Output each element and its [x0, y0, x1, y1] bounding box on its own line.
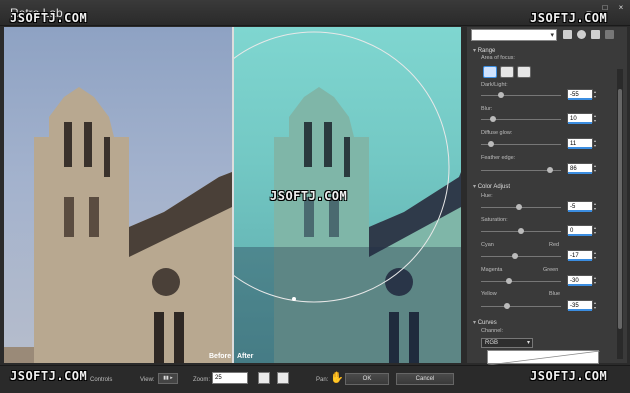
blur-slider[interactable] — [481, 116, 561, 122]
cyan-red-slider[interactable] — [481, 253, 561, 259]
saturation-spinner[interactable]: ▴ ▾ — [594, 225, 599, 235]
help-icon[interactable] — [605, 30, 614, 39]
diffuse-glow-label: Diffuse glow: — [481, 130, 513, 136]
blur-spinner[interactable]: ▴ ▾ — [594, 113, 599, 123]
split-view-button[interactable]: ▮▮ ▸ — [158, 373, 178, 384]
watermark-bottom-right: JSOFTJ.COM — [530, 369, 608, 383]
hue-spinner[interactable]: ▴ ▾ — [594, 201, 599, 211]
cyan-red-spinner[interactable]: ▴ ▾ — [594, 250, 599, 260]
chevron-down-icon: ▾ — [526, 340, 530, 346]
yellow-blue-input[interactable]: -35 — [567, 300, 593, 311]
diffuse-glow-input[interactable]: 11 — [567, 138, 593, 149]
saturation-label: Saturation: — [481, 217, 508, 223]
zoom-label: Zoom: — [193, 377, 211, 383]
blur-thumb[interactable] — [490, 116, 496, 122]
channel-label: Channel: — [481, 328, 504, 334]
yellow-blue-thumb[interactable] — [504, 303, 511, 309]
watermark-top-left: JSOFTJ.COM — [10, 11, 88, 25]
hand-pan-icon[interactable]: ✋ — [330, 371, 344, 384]
pan-label: Pan: — [316, 377, 329, 383]
rectangle-focus-button[interactable] — [517, 66, 531, 78]
yellow-blue-slider[interactable] — [481, 303, 561, 309]
magenta-label: Magenta — [481, 267, 503, 273]
cancel-button[interactable]: Cancel — [396, 373, 454, 385]
green-label: Green — [543, 267, 559, 273]
curve-editor[interactable] — [487, 350, 601, 366]
magenta-green-input[interactable]: -30 — [567, 275, 593, 286]
scrollbar-thumb[interactable] — [618, 89, 622, 329]
cathedral-before-image — [4, 87, 232, 363]
cathedral-after-image — [234, 31, 461, 363]
color-adjust-section-header[interactable]: Color Adjust — [473, 183, 510, 190]
saturation-thumb[interactable] — [518, 228, 524, 234]
feather-edge-slider[interactable] — [481, 167, 561, 173]
channel-dropdown[interactable]: RGB ▾ — [481, 338, 533, 348]
diffuse-glow-spinner[interactable]: ▴ ▾ — [594, 138, 599, 148]
circle-focus-button[interactable] — [483, 66, 497, 78]
feather-edge-input[interactable]: 86 — [567, 163, 593, 174]
curves-section-header[interactable]: Curves — [473, 319, 497, 326]
load-preset-icon[interactable] — [577, 30, 586, 39]
watermark-center: JSOFTJ.COM — [270, 189, 348, 203]
preview-canvas[interactable]: Before After — [4, 27, 461, 363]
saturation-slider[interactable] — [481, 228, 561, 234]
view-label: View: — [140, 377, 155, 383]
save-preset-icon[interactable] — [563, 30, 572, 39]
after-label: After — [237, 353, 254, 360]
panel-scrollbar[interactable] — [617, 69, 623, 359]
area-of-focus-label: Area of focus: — [481, 55, 515, 61]
blur-label: Blur: — [481, 106, 493, 112]
freeform-focus-button[interactable] — [500, 66, 514, 78]
blue-label: Blue — [549, 291, 561, 297]
hue-slider[interactable] — [481, 204, 561, 210]
zoom-input[interactable]: 25 — [212, 372, 248, 384]
yellow-label: Yellow — [481, 291, 497, 297]
feather-edge-spinner[interactable]: ▴ ▾ — [594, 163, 599, 173]
before-label: Before — [209, 353, 232, 360]
diffuse-glow-thumb[interactable] — [487, 141, 494, 147]
zoom-to-fit-icon[interactable] — [258, 372, 270, 384]
after-preview — [234, 27, 461, 363]
blur-input[interactable]: 10 — [567, 113, 593, 124]
magenta-green-slider[interactable] — [481, 278, 561, 284]
dark-light-spinner[interactable]: ▴ ▾ — [594, 89, 599, 99]
curve-graph — [487, 350, 601, 366]
yellow-blue-spinner[interactable]: ▴ ▾ — [594, 300, 599, 310]
feather-edge-label: Feather edge: — [481, 155, 516, 161]
saturation-input[interactable]: 0 — [567, 225, 593, 236]
diffuse-glow-slider[interactable] — [481, 141, 561, 147]
hue-label: Hue: — [481, 193, 493, 199]
cyan-label: Cyan — [481, 242, 494, 248]
magenta-green-thumb[interactable] — [506, 278, 512, 284]
actual-size-icon[interactable] — [277, 372, 289, 384]
cyan-red-thumb[interactable] — [511, 253, 518, 259]
hue-input[interactable]: -5 — [567, 201, 593, 212]
hue-thumb[interactable] — [515, 204, 522, 210]
watermark-top-right: JSOFTJ.COM — [530, 11, 608, 25]
feather-edge-thumb[interactable] — [546, 167, 553, 173]
close-button[interactable]: × — [616, 3, 626, 12]
controls-label: Controls — [90, 377, 113, 383]
reset-icon[interactable] — [591, 30, 600, 39]
channel-value: RGB — [485, 340, 499, 346]
preset-toolbar — [563, 30, 614, 39]
range-section-header[interactable]: Range — [473, 47, 496, 54]
red-label: Red — [549, 242, 560, 248]
preset-dropdown[interactable]: ▾ — [471, 29, 557, 41]
watermark-bottom-left: JSOFTJ.COM — [10, 369, 88, 383]
focus-handle — [292, 297, 296, 301]
dark-light-label: Dark/Light: — [481, 82, 508, 88]
settings-panel: ▾ Range Area of focus: Dark/Light: -55 ▴… — [467, 27, 627, 366]
dark-light-thumb[interactable] — [498, 92, 504, 98]
chevron-down-icon: ▾ — [550, 32, 554, 39]
dark-light-input[interactable]: -55 — [567, 89, 593, 100]
magenta-green-spinner[interactable]: ▴ ▾ — [594, 275, 599, 285]
dark-light-slider[interactable] — [481, 92, 561, 98]
before-preview — [4, 27, 232, 363]
zoom-value: 25 — [215, 375, 222, 381]
ok-button[interactable]: OK — [345, 373, 389, 385]
cyan-red-input[interactable]: -17 — [567, 250, 593, 261]
